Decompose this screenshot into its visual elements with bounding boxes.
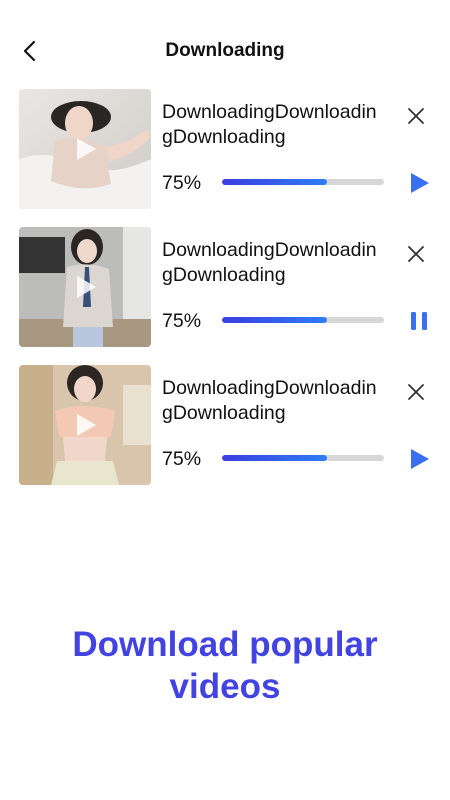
progress-bar xyxy=(222,455,384,461)
video-thumbnail[interactable] xyxy=(19,89,151,209)
play-overlay-icon xyxy=(77,276,96,298)
progress-fill xyxy=(222,455,328,461)
download-name: DownloadingDownloadingDownloading xyxy=(162,239,377,286)
progress-bar xyxy=(222,179,384,185)
pause-icon xyxy=(411,312,427,330)
play-overlay-icon xyxy=(77,414,96,436)
download-item: DownloadingDownloadingDownloading 75% xyxy=(0,364,450,502)
download-item: DownloadingDownloadingDownloading 75% xyxy=(0,226,450,364)
remove-download-button[interactable] xyxy=(404,380,428,404)
close-icon xyxy=(408,108,424,124)
progress-percent: 75% xyxy=(162,172,202,194)
resume-button[interactable] xyxy=(406,446,432,472)
promo-banner[interactable]: Download popular videos xyxy=(0,624,450,708)
progress-fill xyxy=(222,179,328,185)
downloading-screen: Downloading DownloadingDownloadingDownlo… xyxy=(0,0,450,800)
remove-download-button[interactable] xyxy=(404,242,428,266)
download-list: DownloadingDownloadingDownloading 75% Do… xyxy=(0,88,450,502)
play-icon xyxy=(411,173,429,193)
promo-line-2: videos xyxy=(169,667,281,706)
download-name: DownloadingDownloadingDownloading xyxy=(162,377,377,424)
video-thumbnail[interactable] xyxy=(19,365,151,485)
video-thumbnail[interactable] xyxy=(19,227,151,347)
resume-button[interactable] xyxy=(406,170,432,196)
close-icon xyxy=(408,246,424,262)
progress-percent: 75% xyxy=(162,448,202,470)
progress-percent: 75% xyxy=(162,310,202,332)
pause-button[interactable] xyxy=(406,308,432,334)
progress-fill xyxy=(222,317,328,323)
play-overlay-icon xyxy=(77,138,96,160)
download-name: DownloadingDownloadingDownloading xyxy=(162,101,377,148)
close-icon xyxy=(408,384,424,400)
play-icon xyxy=(411,449,429,469)
remove-download-button[interactable] xyxy=(404,104,428,128)
promo-line-1: Download popular xyxy=(72,625,378,664)
header: Downloading xyxy=(0,28,450,74)
page-title: Downloading xyxy=(165,40,285,61)
progress-bar xyxy=(222,317,384,323)
download-item: DownloadingDownloadingDownloading 75% xyxy=(0,88,450,226)
